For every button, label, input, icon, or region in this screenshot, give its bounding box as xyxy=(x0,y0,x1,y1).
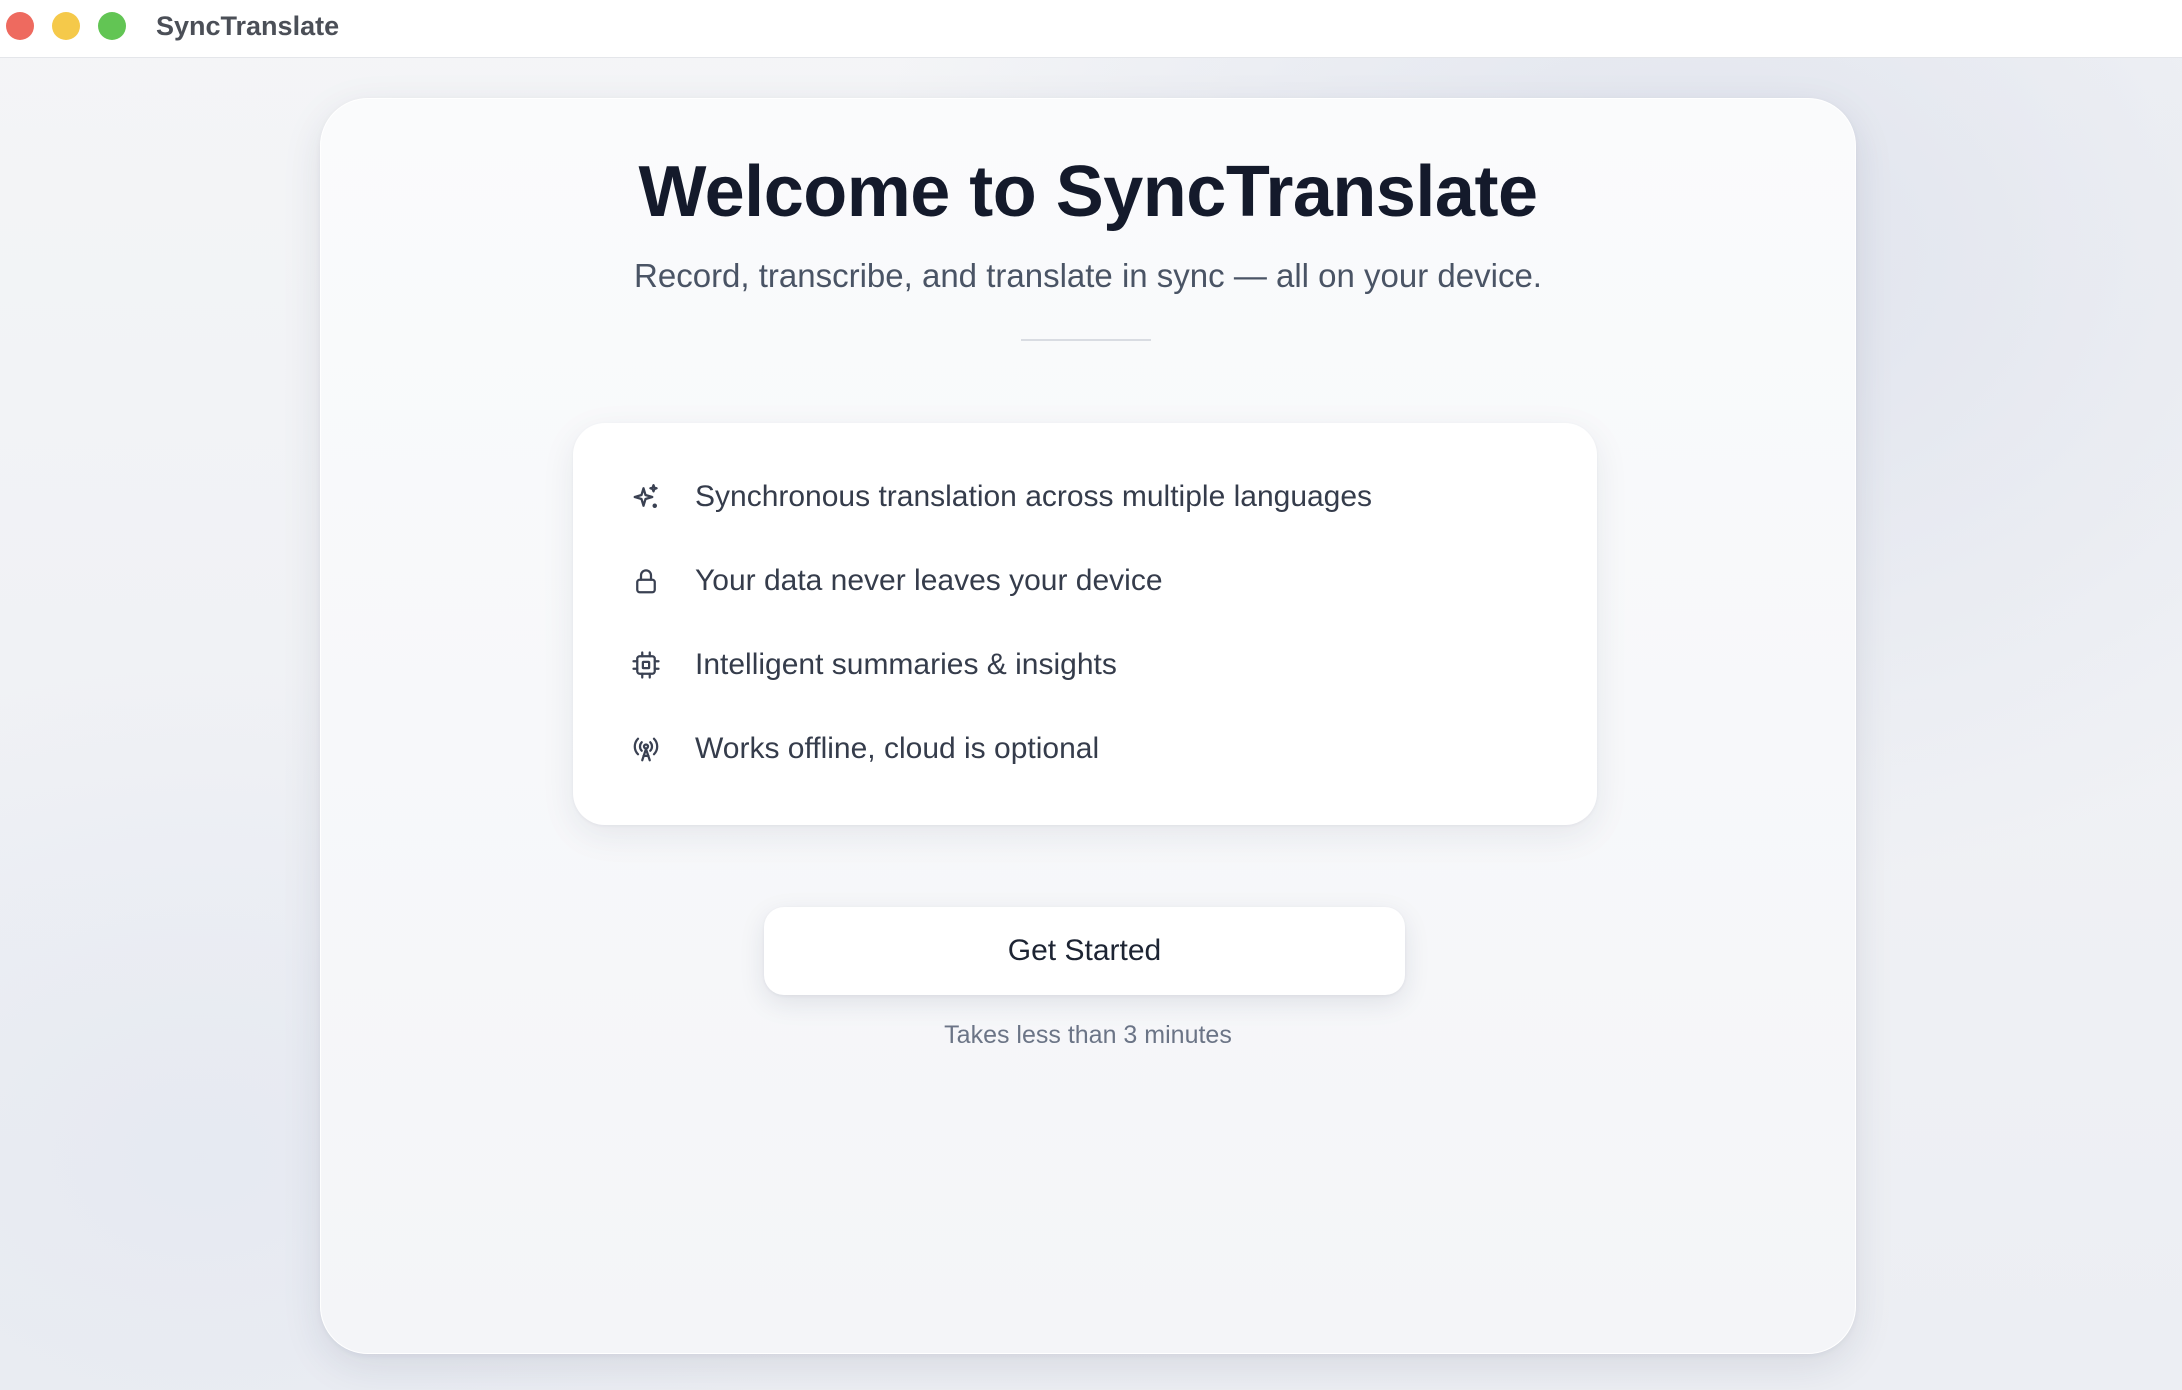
maximize-window-button[interactable] xyxy=(98,12,126,40)
close-window-button[interactable] xyxy=(6,12,34,40)
cpu-chip-icon xyxy=(631,650,661,680)
minimize-window-button[interactable] xyxy=(52,12,80,40)
feature-item: Works offline, cloud is optional xyxy=(631,727,1099,771)
feature-item: Your data never leaves your device xyxy=(631,559,1163,603)
feature-label: Works offline, cloud is optional xyxy=(695,732,1100,765)
broadcast-antenna-icon xyxy=(631,734,661,764)
get-started-button[interactable]: Get Started xyxy=(764,907,1405,995)
feature-label: Synchronous translation across multiple … xyxy=(695,480,1373,513)
title-bar: SyncTranslate xyxy=(0,0,2182,58)
setup-time-hint: Takes less than 3 minutes xyxy=(944,1021,1232,1049)
welcome-subtitle: Record, transcribe, and translate in syn… xyxy=(634,257,1542,294)
lock-icon xyxy=(631,566,661,596)
app-window: SyncTranslate Welcome to SyncTranslate R… xyxy=(0,0,2182,1390)
feature-list: Synchronous translation across multiple … xyxy=(573,423,1597,825)
feature-item: Intelligent summaries & insights xyxy=(631,643,1117,687)
feature-label: Your data never leaves your device xyxy=(695,564,1163,597)
window-title: SyncTranslate xyxy=(156,11,340,41)
divider xyxy=(1021,339,1151,341)
welcome-heading: Welcome to SyncTranslate xyxy=(638,152,1538,232)
feature-label: Intelligent summaries & insights xyxy=(695,648,1117,681)
feature-item: Synchronous translation across multiple … xyxy=(631,475,1372,519)
sparkles-icon xyxy=(631,482,661,512)
welcome-card: Welcome to SyncTranslate Record, transcr… xyxy=(320,98,1856,1354)
